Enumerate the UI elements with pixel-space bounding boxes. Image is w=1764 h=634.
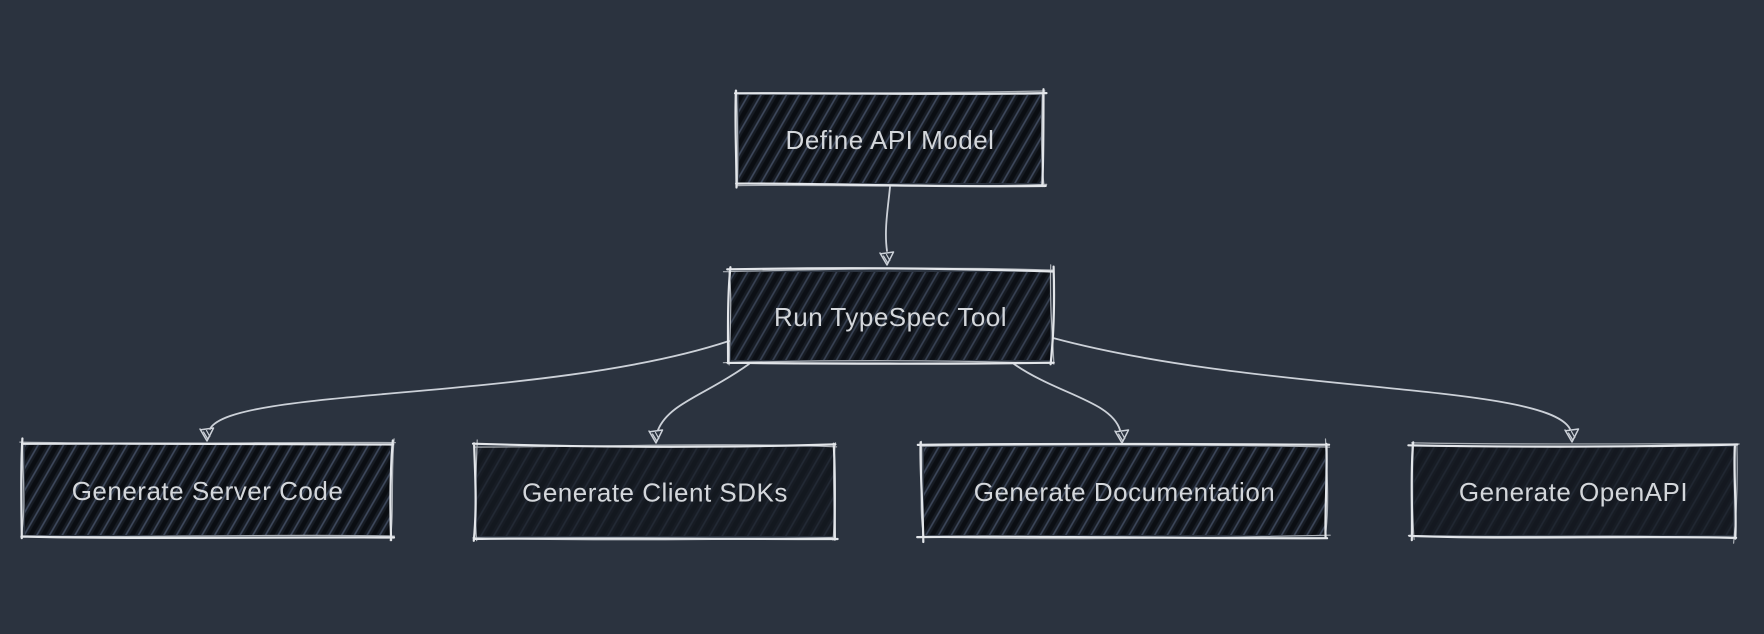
- edge-line: [886, 187, 890, 251]
- arrowhead-marker: [880, 252, 894, 265]
- node-label: Run TypeSpec Tool: [774, 302, 1007, 332]
- flowchart-node-generate-client-sdks: Generate Client SDKs: [473, 440, 838, 541]
- edge-b-c: [200, 341, 729, 441]
- edge-b-d: [649, 364, 749, 443]
- edge-line: [1053, 338, 1570, 429]
- node-label: Generate Client SDKs: [522, 478, 788, 508]
- flowchart-node-generate-openapi: Generate OpenAPI: [1408, 442, 1739, 543]
- edge-line: [658, 364, 749, 430]
- edge-a-b: [880, 187, 894, 265]
- node-label: Define API Model: [786, 125, 995, 155]
- flowchart-node-generate-documentation: Generate Documentation: [917, 439, 1330, 542]
- arrowhead-marker: [1115, 430, 1129, 443]
- edge-line: [210, 341, 729, 429]
- arrowhead-marker: [200, 428, 214, 441]
- arrowhead-marker: [1565, 429, 1579, 442]
- edge-b-f: [1053, 338, 1579, 442]
- flowchart-node-generate-server-code: Generate Server Code: [20, 439, 396, 541]
- node-label: Generate Documentation: [974, 477, 1276, 507]
- node-layer: Define API Model Run TypeSpec Tool Generat…: [20, 89, 1739, 543]
- node-label: Generate OpenAPI: [1459, 477, 1688, 507]
- flowchart-node-define-api-model: Define API Model: [735, 89, 1047, 187]
- node-label: Generate Server Code: [72, 476, 344, 506]
- edge-b-e: [1014, 364, 1129, 443]
- arrowhead-marker: [649, 430, 663, 443]
- edge-line: [1014, 364, 1120, 430]
- flowchart-svg: Define API Model Run TypeSpec Tool Generat…: [0, 0, 1764, 634]
- flowchart-node-run-typespec-tool: Run TypeSpec Tool: [723, 265, 1054, 365]
- diagram-canvas: Define API Model Run TypeSpec Tool Generat…: [0, 0, 1764, 634]
